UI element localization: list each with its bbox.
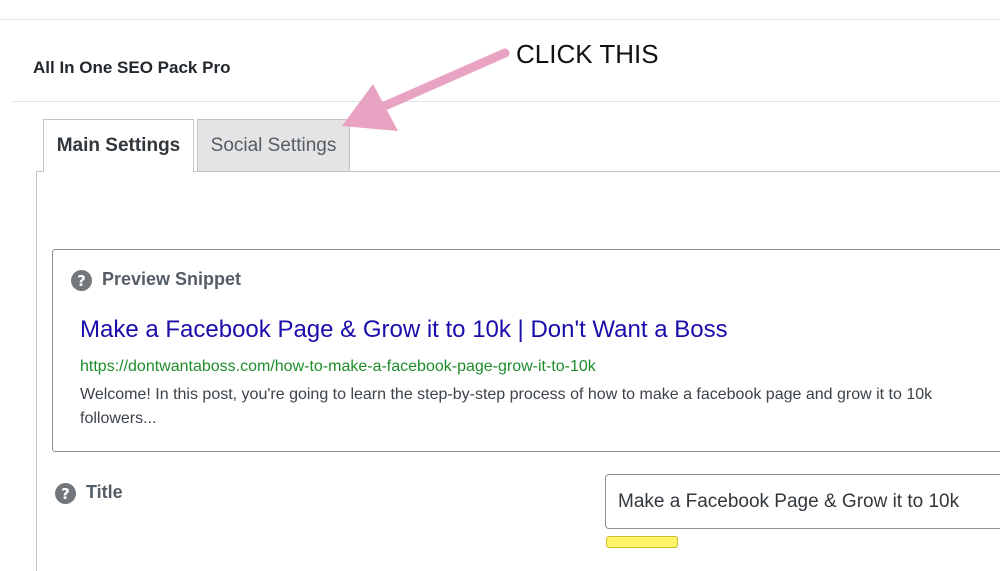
panel-title-divider (12, 101, 1000, 102)
snippet-headline-link[interactable]: Make a Facebook Page & Grow it to 10k | … (80, 316, 728, 344)
arrow-shaft (375, 48, 510, 113)
tab-main-settings[interactable]: Main Settings (43, 119, 194, 172)
preview-snippet-label: Preview Snippet (102, 269, 242, 289)
arrow-head (342, 84, 398, 131)
title-input[interactable] (605, 474, 1000, 529)
top-divider (0, 19, 1000, 20)
title-help-icon[interactable]: ? (55, 483, 76, 504)
snippet-url: https://dontwantaboss.com/how-to-make-a-… (80, 358, 596, 375)
annotation-label: CLICK THIS (516, 39, 659, 69)
panel-title: All In One SEO Pack Pro (33, 58, 231, 77)
snippet-help-icon[interactable]: ? (71, 270, 92, 291)
tab-social-settings[interactable]: Social Settings (197, 119, 350, 171)
title-character-counter (606, 536, 678, 548)
snippet-description: Welcome! In this post, you're going to l… (80, 386, 933, 427)
title-field-label: Title (86, 482, 123, 502)
